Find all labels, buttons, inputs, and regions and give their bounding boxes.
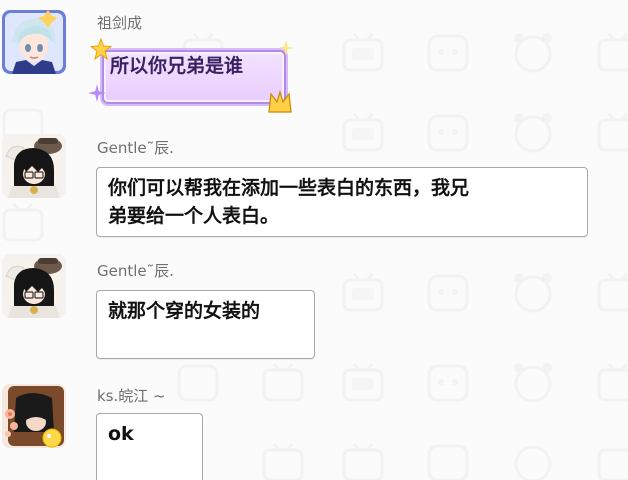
tv-watermark-icon	[427, 364, 469, 402]
tv-watermark-icon	[427, 34, 469, 72]
tv-watermark-icon	[427, 114, 469, 152]
tv-watermark-icon	[597, 273, 628, 312]
avatar[interactable]	[2, 10, 66, 74]
anime-avatar-dark-hair-hat-icon	[5, 258, 62, 318]
tv-watermark-icon	[514, 33, 552, 73]
avatar[interactable]	[2, 254, 66, 318]
tv-watermark-icon	[342, 33, 384, 72]
tv-watermark-icon	[597, 363, 628, 402]
tv-watermark-icon	[342, 363, 384, 402]
tv-watermark-icon	[342, 113, 384, 152]
avatar[interactable]	[2, 134, 66, 198]
anime-avatar-dark-hair-hat-icon	[5, 138, 62, 198]
tv-watermark-icon	[514, 273, 552, 313]
crown-letter-m-icon	[268, 89, 292, 113]
tv-watermark-icon	[427, 444, 469, 480]
star-icon	[90, 38, 112, 60]
tv-watermark-icon	[427, 274, 469, 312]
message-text: ok	[108, 423, 134, 445]
tv-watermark-icon	[262, 443, 304, 480]
tv-watermark-icon	[514, 445, 552, 480]
message-text: 所以你兄弟是谁	[110, 55, 244, 77]
message-text-line: 弟要给一个人表白。	[108, 205, 280, 227]
message-bubble[interactable]: 就那个穿的女装的	[96, 290, 315, 359]
fancy-message-bubble[interactable]: 所以你兄弟是谁	[88, 38, 294, 113]
message-bubble[interactable]: 你们可以帮我在添加一些表白的东西，我兄 弟要给一个人表白。	[96, 167, 588, 237]
tv-watermark-icon	[597, 33, 628, 72]
tv-watermark-icon	[2, 203, 44, 242]
tv-watermark-icon	[262, 363, 304, 402]
tv-watermark-icon	[597, 113, 628, 152]
tv-watermark-icon	[514, 113, 552, 153]
chat-window: 祖剑成 所以你兄弟是谁 Gentle˜辰. 你们可以帮我在添加一些表白的东西，我…	[0, 0, 628, 480]
sender-name: Gentle˜辰.	[97, 139, 174, 157]
sender-name: Gentle˜辰.	[97, 262, 174, 280]
tv-watermark-icon	[342, 273, 384, 312]
tv-watermark-icon	[514, 363, 552, 403]
message-bubble[interactable]: ok	[96, 413, 203, 480]
anime-avatar-silver-hair-icon	[2, 10, 66, 74]
tv-watermark-icon	[177, 364, 219, 402]
avatar-dark-hair-flowers-icon	[2, 384, 66, 448]
sender-name: 祖剑成	[97, 14, 143, 32]
message-text-line: 你们可以帮我在添加一些表白的东西，我兄	[108, 177, 470, 199]
message-text: 就那个穿的女装的	[108, 300, 261, 322]
sparkle-icon	[278, 40, 294, 56]
tv-watermark-icon	[597, 448, 628, 480]
avatar[interactable]	[2, 384, 66, 448]
tv-watermark-icon	[342, 443, 384, 480]
sender-name: ks.皖江 ~	[97, 387, 166, 405]
sparkle-icon	[88, 84, 106, 102]
